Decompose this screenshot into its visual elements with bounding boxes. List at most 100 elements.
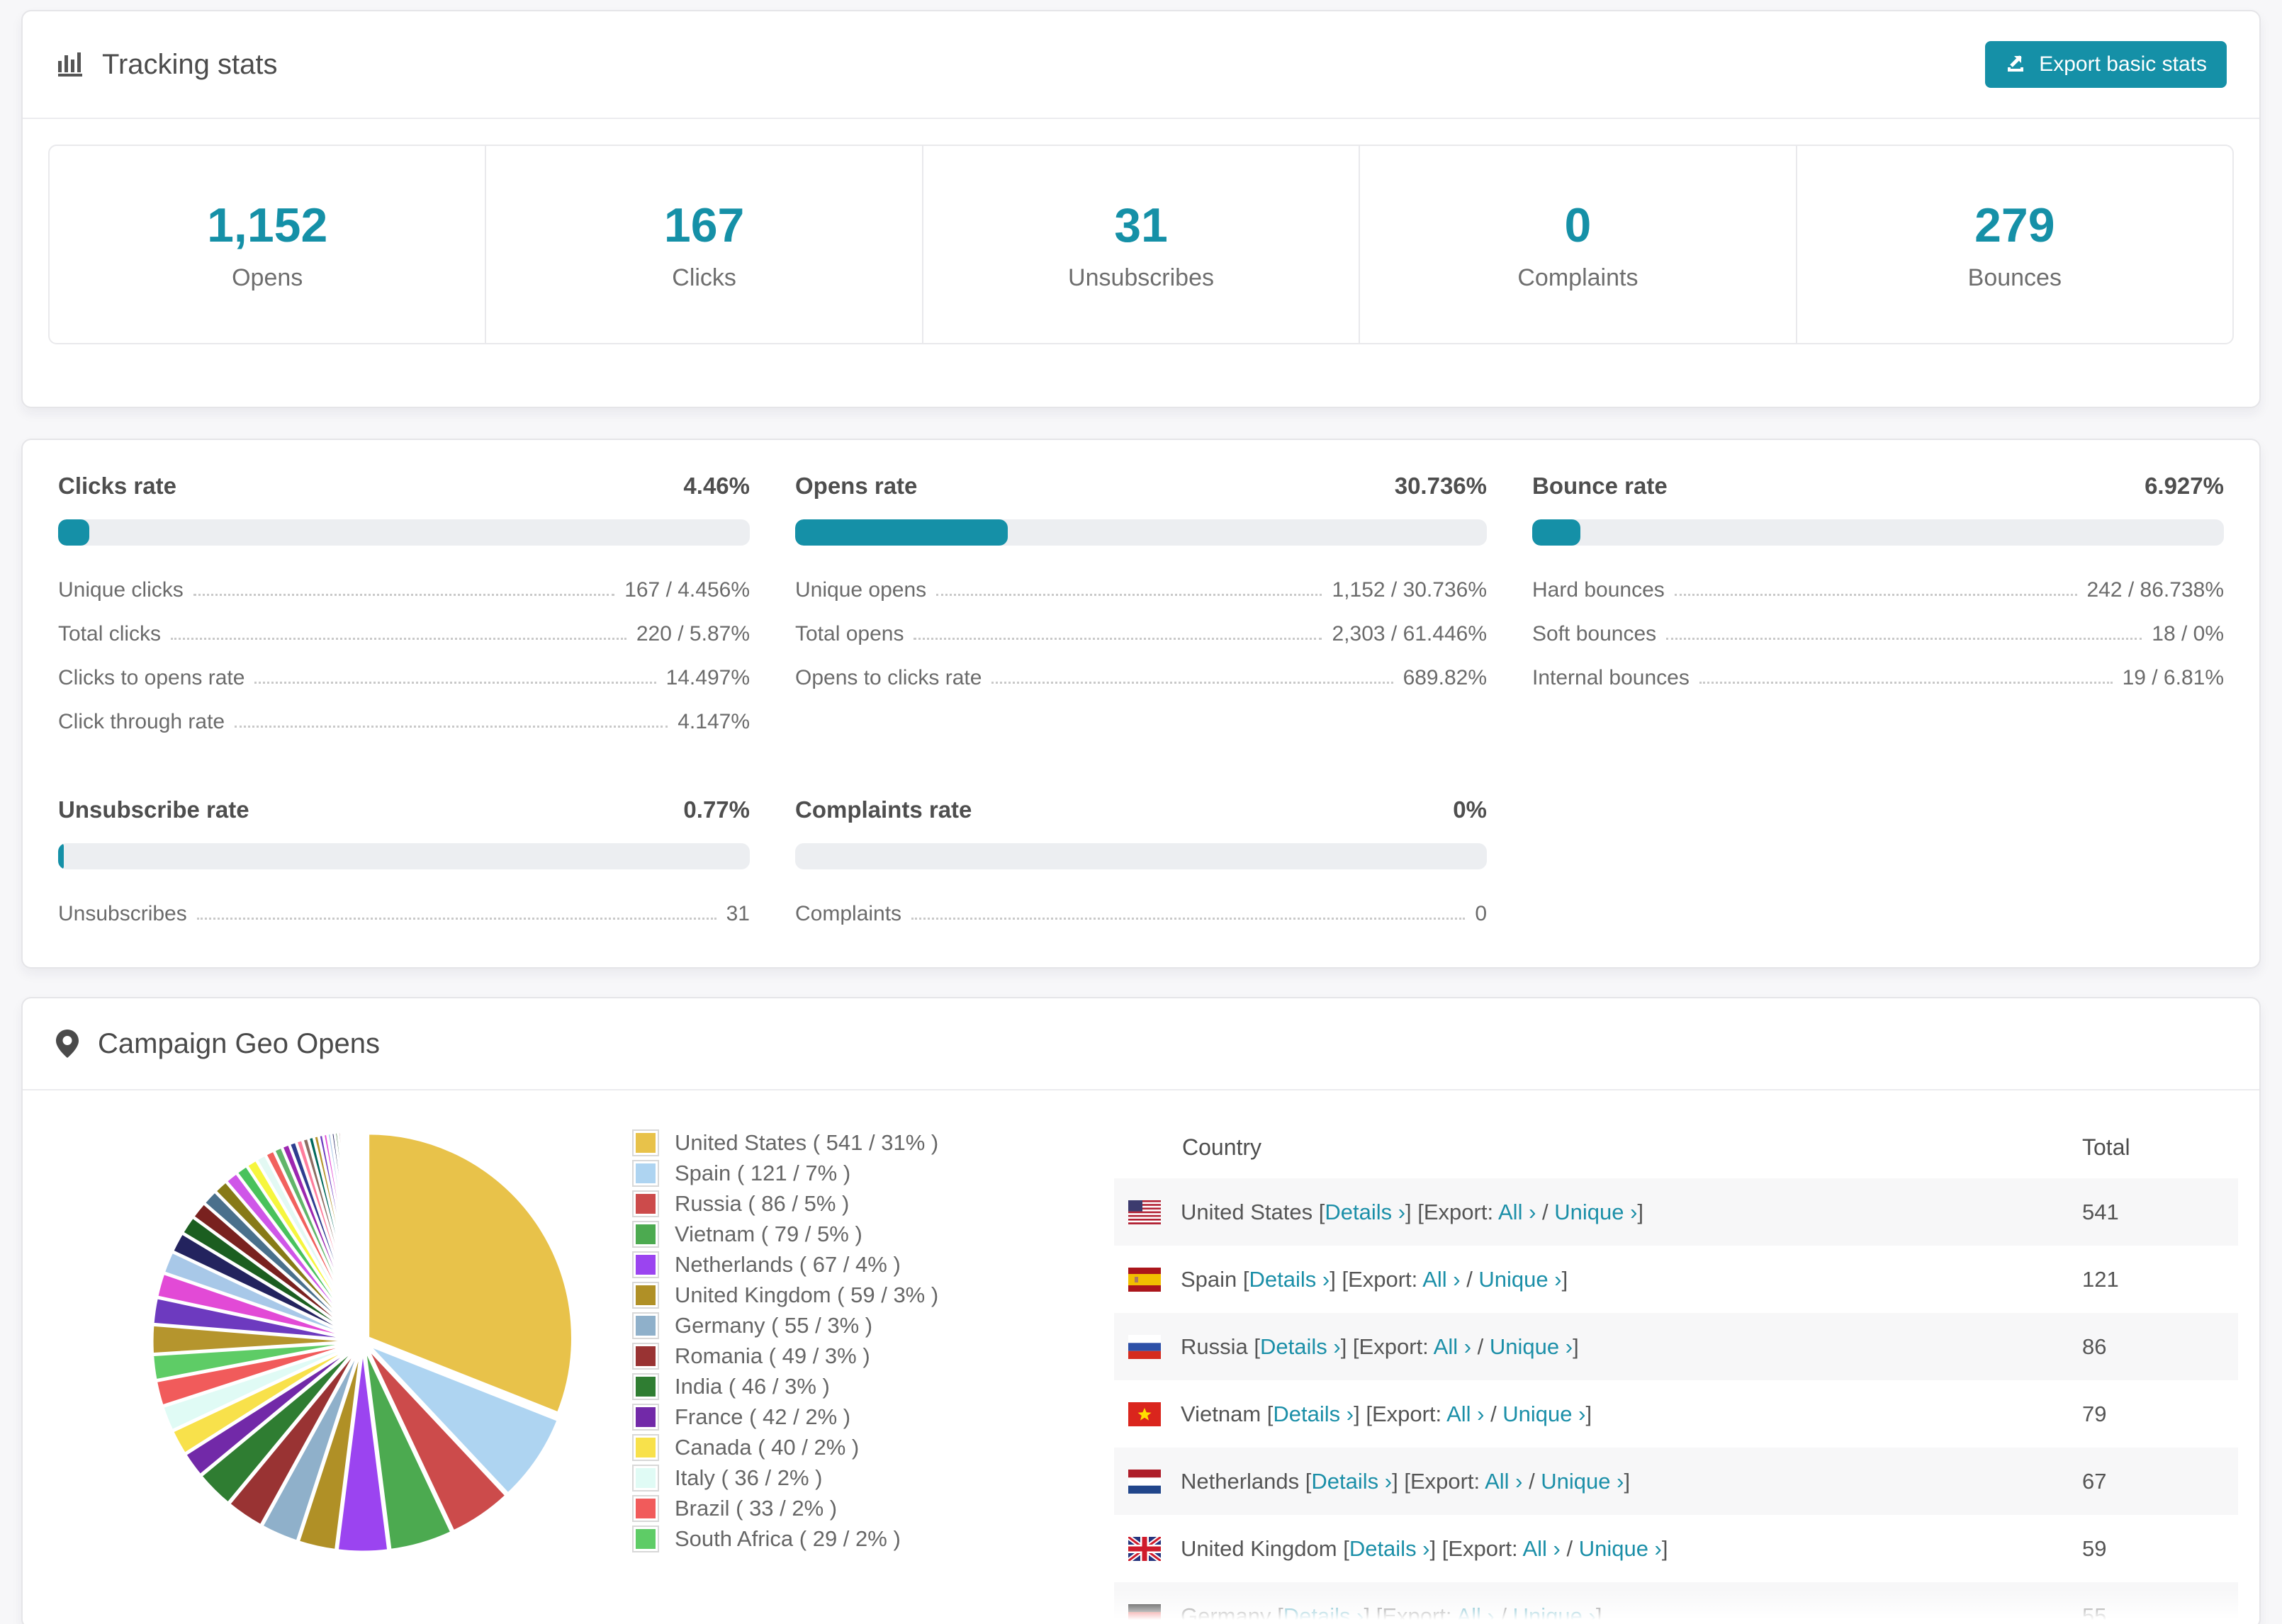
legend-label: France ( 42 / 2% ) (675, 1404, 851, 1429)
geo-total-cell: 59 (2082, 1535, 2107, 1561)
bracket: ] [Export: (1364, 1603, 1457, 1624)
rate-title: Complaints rate (795, 796, 972, 823)
rate-progress-track (795, 843, 1487, 869)
bracket: ] (1661, 1535, 1668, 1561)
export-unique-link[interactable]: Unique › (1502, 1402, 1585, 1426)
rate-header: Bounce rate 6.927% (1532, 473, 2224, 500)
export-all-link[interactable]: All › (1456, 1603, 1494, 1624)
bracket: ] [Export: (1392, 1468, 1485, 1494)
rate-detail-row: Total clicks 220 / 5.87% (58, 622, 750, 646)
dotted-leader (235, 726, 668, 728)
stat-value: 1,152 (207, 198, 328, 252)
export-all-link[interactable]: All › (1446, 1402, 1484, 1426)
legend-item: India ( 46 / 3% ) (632, 1371, 1114, 1402)
details-link[interactable]: Details › (1325, 1200, 1405, 1224)
separator: / (1536, 1199, 1555, 1224)
geo-country-links: Germany [Details ›] [Export: All › / Uni… (1181, 1603, 1602, 1624)
bracket: [ (1242, 1266, 1249, 1292)
export-basic-stats-button[interactable]: Export basic stats (1985, 41, 2227, 88)
rate-detail-value: 2,303 / 61.446% (1332, 622, 1487, 645)
bracket: ] (1585, 1401, 1592, 1426)
bracket: ] (1637, 1199, 1644, 1224)
export-unique-link[interactable]: Unique › (1541, 1469, 1624, 1494)
legend-swatch (632, 1220, 659, 1248)
flag-de-icon (1128, 1603, 1161, 1624)
legend-swatch (632, 1312, 659, 1339)
stat-label: Complaints (1517, 264, 1639, 291)
export-all-link[interactable]: All › (1498, 1200, 1536, 1224)
export-unique-link[interactable]: Unique › (1554, 1200, 1637, 1224)
page-title: Tracking stats (102, 48, 278, 80)
separator: / (1460, 1266, 1479, 1292)
dotted-leader (171, 638, 626, 640)
geo-country-cell: Germany [Details ›] [Export: All › / Uni… (1128, 1603, 2082, 1624)
rate-detail-label: Complaints (795, 902, 902, 925)
rate-progress-track (1532, 519, 2224, 546)
bracket: ] (1595, 1603, 1602, 1624)
tracking-stats-title-row: Tracking stats (55, 49, 277, 81)
geo-table: Country Total United States [Details ›] … (1114, 1090, 2259, 1624)
flag-ru-icon (1128, 1334, 1161, 1359)
geo-table-row: Spain [Details ›] [Export: All › / Uniqu… (1114, 1246, 2238, 1313)
details-link[interactable]: Details › (1273, 1402, 1354, 1426)
geo-total-cell: 79 (2082, 1401, 2107, 1426)
export-unique-link[interactable]: Unique › (1490, 1334, 1573, 1359)
legend-label: Italy ( 36 / 2% ) (675, 1465, 823, 1490)
details-link[interactable]: Details › (1349, 1536, 1430, 1561)
country-name: United States (1181, 1199, 1319, 1224)
separator: / (1471, 1333, 1490, 1359)
rate-detail-label: Unsubscribes (58, 902, 187, 925)
rate-header: Clicks rate 4.46% (58, 473, 750, 500)
geo-pie-wrap (23, 1090, 632, 1624)
rate-detail-row: Unsubscribes 31 (58, 902, 750, 926)
legend-label: Vietnam ( 79 / 5% ) (675, 1221, 862, 1246)
legend-item: United Kingdom ( 59 / 3% ) (632, 1280, 1114, 1310)
details-link[interactable]: Details › (1249, 1267, 1330, 1292)
export-button-label: Export basic stats (2039, 52, 2207, 76)
legend-swatch (632, 1129, 659, 1156)
stat-cell: 1,152 Opens (50, 146, 487, 343)
rate-detail-label: Click through rate (58, 710, 225, 733)
legend-label: Netherlands ( 67 / 4% ) (675, 1251, 901, 1277)
export-unique-link[interactable]: Unique › (1478, 1267, 1561, 1292)
bracket: ] [Export: (1330, 1266, 1423, 1292)
tracking-stats-header: Tracking stats Export basic stats (23, 11, 2259, 119)
rate-title: Opens rate (795, 473, 918, 499)
country-name: Spain (1181, 1266, 1243, 1292)
dotted-leader (193, 594, 615, 596)
export-all-link[interactable]: All › (1522, 1536, 1560, 1561)
separator: / (1560, 1535, 1579, 1561)
export-all-link[interactable]: All › (1434, 1334, 1471, 1359)
country-name: Vietnam (1181, 1401, 1267, 1426)
geo-country-links: Spain [Details ›] [Export: All › / Uniqu… (1181, 1267, 1568, 1292)
rate-detail-row: Internal bounces 19 / 6.81% (1532, 666, 2224, 690)
stat-value: 31 (1114, 198, 1168, 252)
geo-country-cell: Russia [Details ›] [Export: All › / Uniq… (1128, 1334, 2082, 1360)
flag-es-icon (1128, 1267, 1161, 1292)
geo-country-cell: United Kingdom [Details ›] [Export: All … (1128, 1536, 2082, 1562)
export-all-link[interactable]: All › (1485, 1469, 1522, 1494)
export-all-link[interactable]: All › (1422, 1267, 1460, 1292)
rate-detail-value: 4.147% (678, 710, 750, 733)
legend-item: Russia ( 86 / 5% ) (632, 1188, 1114, 1219)
rate-detail-label: Total opens (795, 622, 904, 645)
stat-label: Opens (232, 264, 303, 291)
geo-opens-pie-chart (150, 1129, 574, 1554)
legend-item: Vietnam ( 79 / 5% ) (632, 1219, 1114, 1249)
rate-progress-fill (58, 843, 64, 869)
geo-pie-legend: United States ( 541 / 31% ) Spain ( 121 /… (632, 1090, 1114, 1624)
details-link[interactable]: Details › (1283, 1603, 1364, 1624)
legend-item: Germany ( 55 / 3% ) (632, 1310, 1114, 1341)
export-unique-link[interactable]: Unique › (1513, 1603, 1596, 1624)
stat-label: Clicks (672, 264, 736, 291)
details-link[interactable]: Details › (1260, 1334, 1341, 1359)
export-unique-link[interactable]: Unique › (1579, 1536, 1662, 1561)
geo-country-cell: Netherlands [Details ›] [Export: All › /… (1128, 1469, 2082, 1494)
rate-detail-value: 31 (726, 902, 750, 925)
rate-detail-label: Opens to clicks rate (795, 666, 982, 689)
details-link[interactable]: Details › (1311, 1469, 1392, 1494)
stat-value: 167 (663, 198, 745, 252)
geo-country-cell: Vietnam [Details ›] [Export: All › / Uni… (1128, 1402, 2082, 1427)
legend-label: United Kingdom ( 59 / 3% ) (675, 1282, 939, 1307)
rate-value: 30.736% (1394, 473, 1487, 499)
